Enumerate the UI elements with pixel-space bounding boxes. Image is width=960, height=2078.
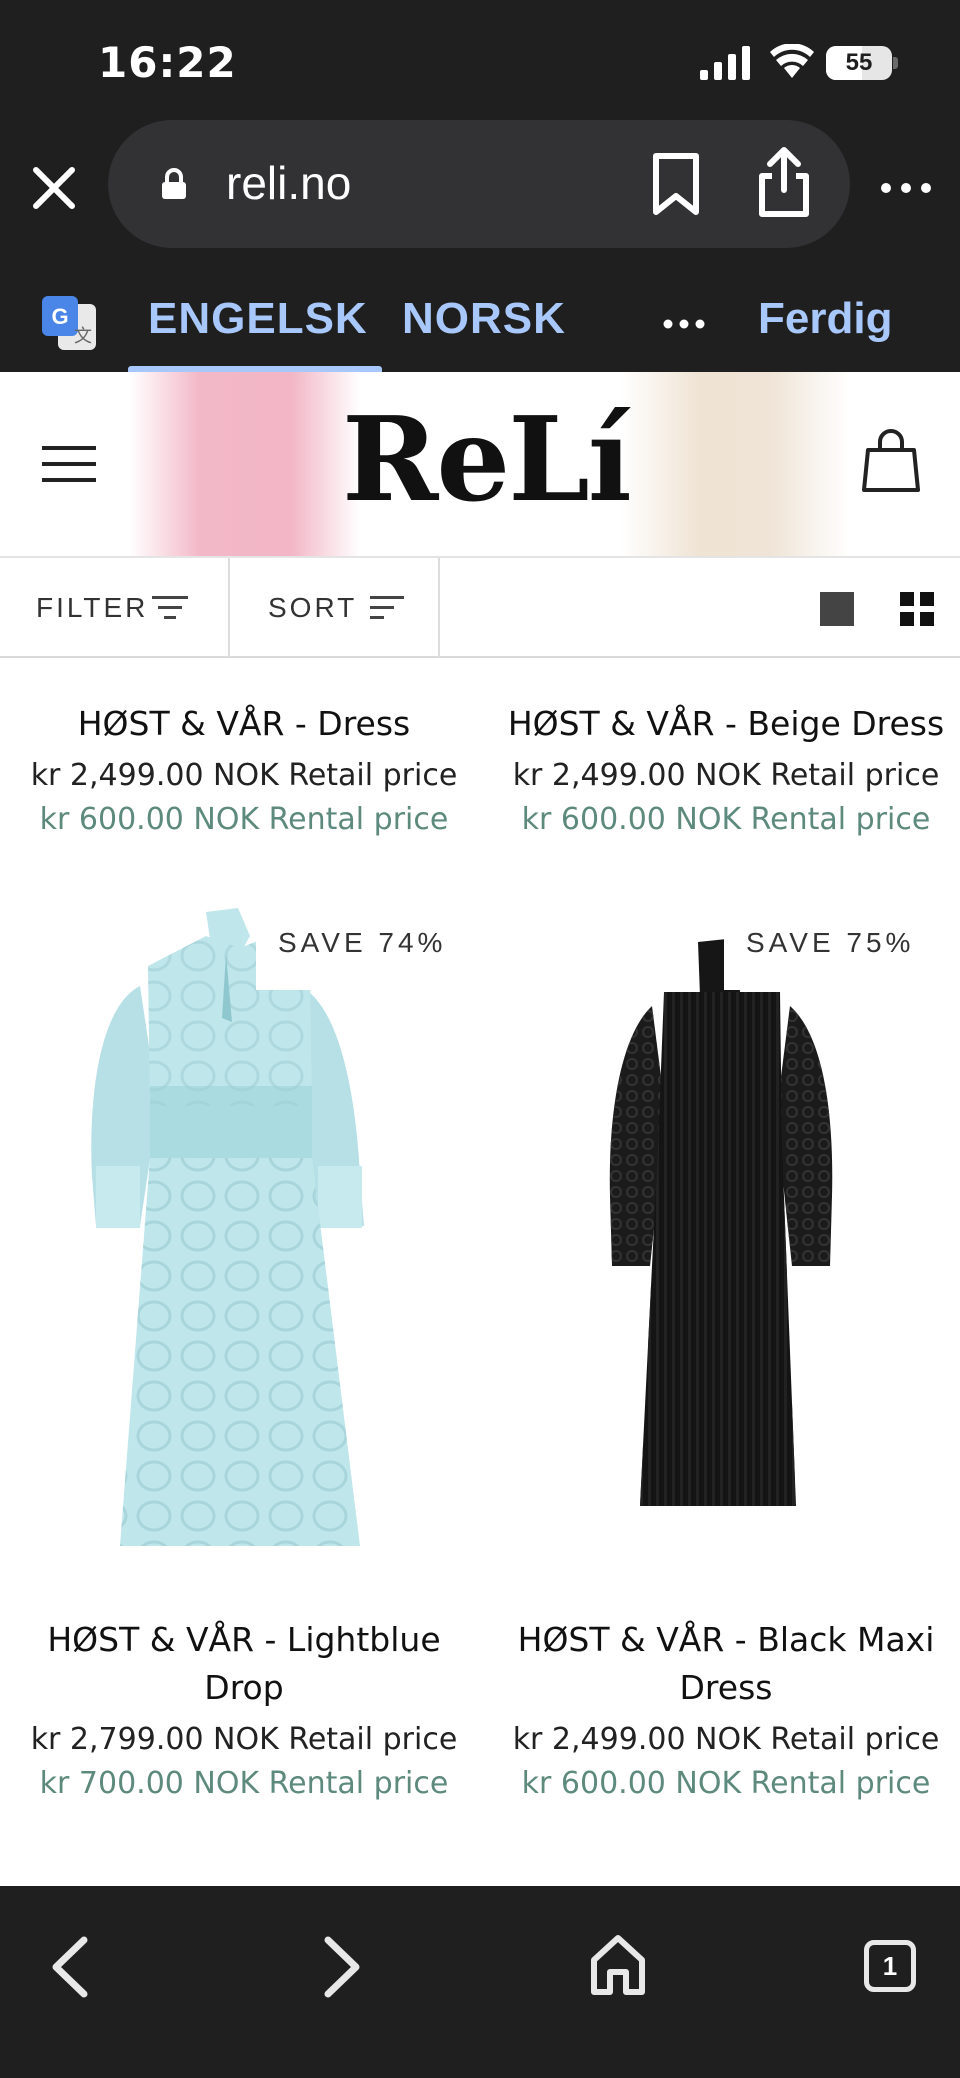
- menu-icon[interactable]: [42, 444, 96, 484]
- retail-price: kr 2,499.00 NOK Retail price: [512, 1722, 940, 1757]
- address-field[interactable]: reli.no: [108, 120, 850, 248]
- dress-illustration: [91, 908, 364, 1546]
- filter-button[interactable]: FILTER: [0, 558, 230, 658]
- bookmark-icon[interactable]: [648, 152, 704, 216]
- sort-label: SORT: [268, 592, 358, 623]
- retail-price: kr 2,499.00 NOK Retail price: [30, 758, 458, 793]
- collection-toolbar: FILTER SORT: [0, 556, 960, 658]
- cellular-signal-icon: [700, 46, 750, 80]
- tab-norwegian[interactable]: NORSK: [402, 294, 566, 344]
- status-time: 16:22: [98, 38, 237, 87]
- tabs-button[interactable]: 1: [864, 1940, 916, 1992]
- retail-price: kr 2,499.00 NOK Retail price: [512, 758, 940, 793]
- browser-url-bar: reli.no: [0, 120, 960, 280]
- product-title[interactable]: HØST & VÅR - Dress: [4, 700, 484, 748]
- single-column-view-icon[interactable]: [820, 592, 854, 626]
- dress-illustration: [609, 938, 833, 1506]
- product-title[interactable]: HØST & VÅR - Beige Dress: [486, 700, 960, 748]
- battery-icon: 55: [826, 46, 892, 80]
- tab-english[interactable]: ENGELSK: [148, 294, 368, 344]
- product-image-lightblue-dress[interactable]: SAVE 74%: [0, 896, 480, 1556]
- product-image-black-dress[interactable]: SAVE 75%: [480, 896, 960, 1556]
- save-badge: SAVE 75%: [724, 896, 937, 990]
- retail-price: kr 2,799.00 NOK Retail price: [30, 1722, 458, 1757]
- battery-percent: 55: [845, 49, 873, 76]
- battery-cap: [893, 57, 898, 69]
- filter-label: FILTER: [36, 592, 149, 623]
- rental-price: kr 700.00 NOK Rental price: [39, 1766, 449, 1801]
- sort-button[interactable]: SORT: [232, 558, 440, 658]
- product-card[interactable]: HØST & VÅR - Lightblue Drop kr 2,799.00 …: [4, 1616, 484, 1806]
- tab-count: 1: [882, 1951, 898, 1981]
- more-options-icon[interactable]: [878, 160, 934, 216]
- forward-arrow-icon[interactable]: [322, 1936, 362, 1998]
- translate-bar: G 文 ENGELSK NORSK Ferdig: [0, 280, 960, 372]
- status-bar: 16:22 55: [0, 0, 960, 120]
- header-background-blur: [620, 372, 850, 556]
- shopping-bag-icon[interactable]: [862, 428, 920, 494]
- back-arrow-icon[interactable]: [50, 1936, 90, 1998]
- svg-text:G: G: [51, 304, 68, 329]
- site-logo[interactable]: ReLí: [342, 392, 632, 528]
- product-card[interactable]: HØST & VÅR - Beige Dress kr 2,499.00 NOK…: [486, 700, 960, 842]
- rental-price: kr 600.00 NOK Rental price: [521, 1766, 931, 1801]
- translate-more-icon[interactable]: [660, 308, 708, 340]
- svg-text:文: 文: [74, 326, 92, 347]
- rental-price: kr 600.00 NOK Rental price: [521, 802, 931, 837]
- product-card[interactable]: HØST & VÅR - Dress kr 2,499.00 NOK Retai…: [4, 700, 484, 842]
- product-title[interactable]: HØST & VÅR - Black Maxi Dress: [486, 1616, 960, 1712]
- wifi-icon: [770, 44, 814, 78]
- rental-price: kr 600.00 NOK Rental price: [39, 802, 449, 837]
- close-icon[interactable]: [26, 160, 82, 216]
- translate-done-button[interactable]: Ferdig: [758, 294, 892, 344]
- google-translate-icon: G 文: [42, 296, 96, 350]
- filter-icon: [152, 596, 188, 619]
- share-icon[interactable]: [754, 144, 814, 220]
- url-text: reli.no: [226, 157, 352, 209]
- browser-bottom-toolbar: 1: [0, 1886, 960, 2078]
- lock-icon: [162, 168, 186, 199]
- save-badge: SAVE 74%: [256, 896, 469, 990]
- product-card[interactable]: HØST & VÅR - Black Maxi Dress kr 2,499.0…: [486, 1616, 960, 1806]
- header-background-blur: [130, 372, 360, 556]
- home-icon[interactable]: [588, 1934, 648, 1996]
- site-header: ReLí: [0, 372, 960, 556]
- sort-icon: [370, 596, 404, 619]
- product-title[interactable]: HØST & VÅR - Lightblue Drop: [4, 1616, 484, 1712]
- grid-view-icon[interactable]: [900, 592, 934, 626]
